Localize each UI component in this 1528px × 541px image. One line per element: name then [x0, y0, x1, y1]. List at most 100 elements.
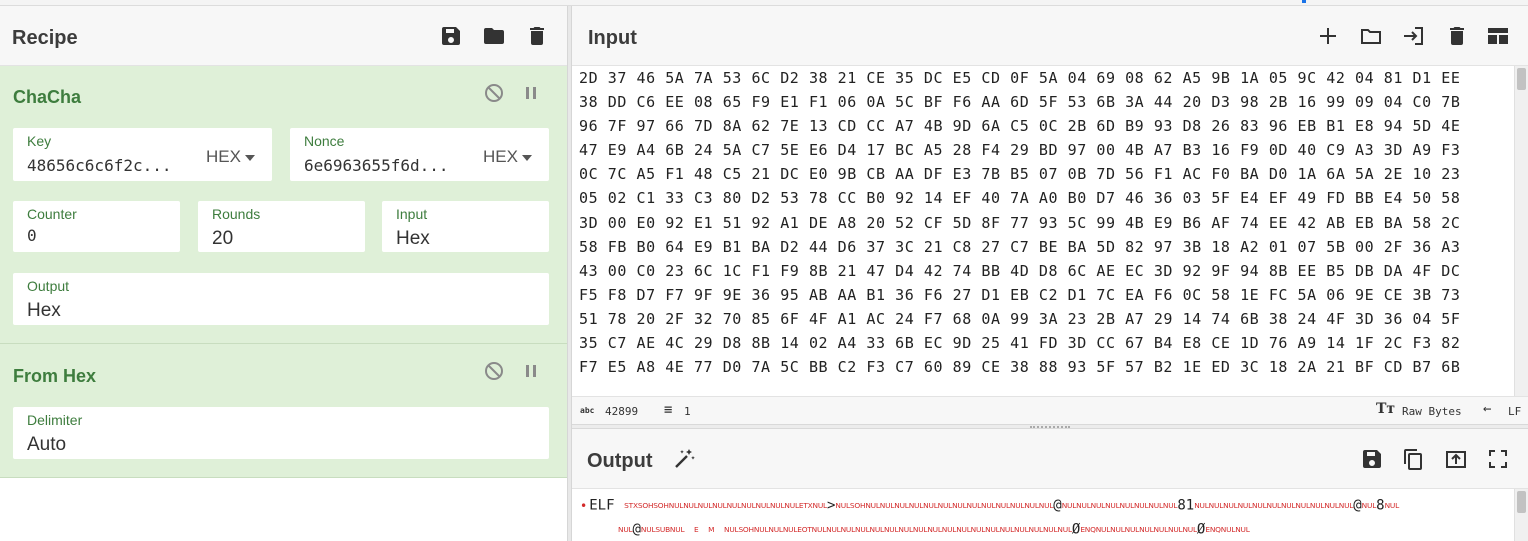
op-title-from-hex: From Hex: [13, 366, 97, 386]
disable-icon[interactable]: [483, 82, 505, 104]
key-value[interactable]: 48656c6c6f2c...: [27, 156, 197, 175]
output-header: Output: [572, 429, 1528, 489]
magic-wand-icon[interactable]: [672, 447, 696, 471]
output-line-2: NUL@NULSUBNUL E M NULSOHNULNULNULEOTNULN…: [618, 519, 1250, 538]
control-chars: E: [694, 525, 699, 534]
input-encoding[interactable]: Raw Bytes: [1402, 405, 1462, 418]
output-text: @: [632, 521, 641, 538]
control-chars: NULNULNULNULNULNULNULNUL: [1061, 501, 1178, 510]
trash-icon[interactable]: [525, 24, 549, 48]
op-chacha: ChaCha Key 48656c6c6f2c... HEX Nonce 6e6…: [0, 66, 567, 344]
lines-icon: ≡: [664, 402, 673, 418]
output-format-field[interactable]: Output Hex: [13, 273, 549, 325]
length-icon: abc: [580, 406, 595, 415]
input-format-label: Input: [396, 206, 428, 222]
nonce-label: Nonce: [304, 133, 345, 149]
output-text: @: [1353, 497, 1362, 514]
output-scrollbar-thumb[interactable]: [1517, 491, 1526, 513]
save-output-icon[interactable]: [1360, 447, 1384, 471]
output-textarea[interactable]: • ELF STXSOHSOHNULNULNULNULNULNULNULNULNU…: [572, 489, 1514, 541]
output-format-label: Output: [27, 278, 70, 294]
control-chars: NULSOHNULNULNULEOTNULNULNULNULNULNULNULN…: [723, 525, 1072, 534]
layout-icon[interactable]: [1486, 24, 1510, 48]
pause-icon[interactable]: [520, 82, 542, 104]
control-chars: NUL: [618, 525, 633, 534]
eol-icon: ←: [1483, 401, 1492, 417]
nonce-format-dropdown[interactable]: HEX: [483, 147, 532, 167]
input-line: 43 00 C0 23 6C 1C F1 F9 8B 21 47 D4 42 7…: [579, 261, 1461, 280]
chevron-down-icon: [521, 154, 532, 161]
control-chars: NULSUBNUL: [640, 525, 685, 534]
input-line: F5 F8 D7 F7 9F 9E 36 95 AB AA B1 36 F6 2…: [579, 285, 1461, 304]
control-chars: STXSOHSOHNULNULNULNULNULNULNULNULNULETXN…: [624, 501, 827, 510]
input-line: 38 DD C6 EE 08 65 F9 E1 F1 06 0A 5C BF F…: [579, 93, 1461, 112]
save-recipe-icon[interactable]: [439, 24, 463, 48]
input-line: 05 02 C1 33 C3 80 D2 53 78 CC B0 92 14 E…: [579, 189, 1461, 208]
nonce-format-label: HEX: [483, 147, 518, 166]
key-field[interactable]: Key 48656c6c6f2c... HEX: [13, 128, 272, 181]
input-format-field[interactable]: Input Hex: [382, 201, 549, 252]
output-title: Output: [587, 450, 653, 472]
key-format-dropdown[interactable]: HEX: [206, 147, 255, 167]
input-line: 51 78 20 2F 32 70 85 6F 4F A1 AC 24 F7 6…: [579, 309, 1461, 328]
replace-input-icon[interactable]: [1444, 447, 1468, 471]
input-line: 35 C7 AE 4C 29 D8 8B 14 02 A4 33 6B EC 9…: [579, 334, 1461, 353]
output-pane: Output • ELF STXSOHSOHNULNULNULNULNULNULN…: [572, 429, 1528, 541]
disable-icon[interactable]: [483, 360, 505, 382]
counter-field[interactable]: Counter 0: [13, 201, 180, 252]
folder-icon[interactable]: [1359, 24, 1383, 48]
input-line: 58 FB B0 64 E9 B1 BA D2 44 D6 37 3C 21 C…: [579, 237, 1461, 256]
input-line: 0C 7C A5 F1 48 C5 21 DC E0 9B CB AA DF E…: [579, 165, 1461, 184]
plus-icon[interactable]: [1316, 24, 1340, 48]
key-format-label: HEX: [206, 147, 241, 166]
op-title-chacha: ChaCha: [13, 87, 82, 107]
output-scrollbar[interactable]: [1514, 489, 1528, 541]
counter-value[interactable]: 0: [27, 226, 37, 245]
output-text: 81: [1177, 497, 1195, 514]
pause-icon[interactable]: [520, 360, 542, 382]
input-line: 96 7F 97 66 7D 8A 62 7E 13 CD CC A7 4B 9…: [579, 117, 1461, 136]
folder-icon[interactable]: [482, 24, 506, 48]
input-statusbar: abc 42899 ≡ 1 Tт Raw Bytes ← LF: [572, 396, 1528, 424]
input-textarea[interactable]: 2D 37 46 5A 7A 53 6C D2 38 21 CE 35 DC E…: [572, 66, 1514, 396]
rounds-value[interactable]: 20: [212, 228, 233, 250]
nonce-value[interactable]: 6e6963655f6d...: [304, 156, 474, 175]
chevron-down-icon: [244, 154, 255, 161]
recipe-title: Recipe: [12, 27, 78, 49]
trash-icon[interactable]: [1445, 24, 1469, 48]
recipe-pane: Recipe ChaCha Key 48656c6c6f2c... HEX No…: [0, 6, 567, 541]
control-chars: M: [708, 525, 715, 534]
output-text: 8: [1376, 497, 1385, 514]
op-from-hex: From Hex Delimiter Auto: [0, 344, 567, 478]
fullscreen-icon[interactable]: [1486, 447, 1510, 471]
input-eol[interactable]: LF: [1508, 405, 1521, 418]
control-chars: NUL: [1361, 501, 1377, 510]
input-line: 2D 37 46 5A 7A 53 6C D2 38 21 CE 35 DC E…: [579, 69, 1461, 87]
control-chars: NUL: [1384, 501, 1400, 510]
input-pane: Input 2D 37 46 5A 7A 53 6C D2 38 21 CE 3…: [572, 6, 1528, 424]
input-scrollbar[interactable]: [1514, 66, 1528, 396]
recipe-header: Recipe: [0, 6, 567, 66]
splitter-grip[interactable]: [1030, 426, 1070, 428]
delimiter-value[interactable]: Auto: [27, 434, 66, 456]
copy-icon[interactable]: [1401, 447, 1425, 471]
input-line: 3D 00 E0 92 E1 51 92 A1 DE A8 20 52 CF 5…: [579, 213, 1461, 232]
delimiter-label: Delimiter: [27, 412, 83, 428]
key-label: Key: [27, 133, 52, 149]
input-scrollbar-thumb[interactable]: [1517, 68, 1526, 90]
output-text: @: [1053, 497, 1062, 514]
rounds-field[interactable]: Rounds 20: [198, 201, 365, 252]
output-text: ELF: [589, 497, 615, 514]
nonce-field[interactable]: Nonce 6e6963655f6d... HEX: [290, 128, 549, 181]
control-chars: NULSOHNULNULNULNULNULNULNULNULNULNULNULN…: [835, 501, 1054, 510]
input-line: F7 E5 A8 4E 77 D0 7A 5C BB C2 F3 C7 60 8…: [579, 358, 1461, 377]
output-format-value[interactable]: Hex: [27, 300, 61, 322]
input-file-icon[interactable]: [1401, 24, 1425, 48]
rounds-label: Rounds: [212, 206, 261, 222]
input-length: 42899: [605, 405, 639, 418]
input-format-value[interactable]: Hex: [396, 228, 430, 250]
control-chars: ENQNULNULNULNULNULNULNUL: [1080, 525, 1197, 534]
delimiter-field[interactable]: Delimiter Auto: [13, 407, 549, 459]
counter-label: Counter: [27, 206, 77, 222]
control-chars: NULNULNULNULNULNULNULNULNULNULNUL: [1194, 501, 1354, 510]
